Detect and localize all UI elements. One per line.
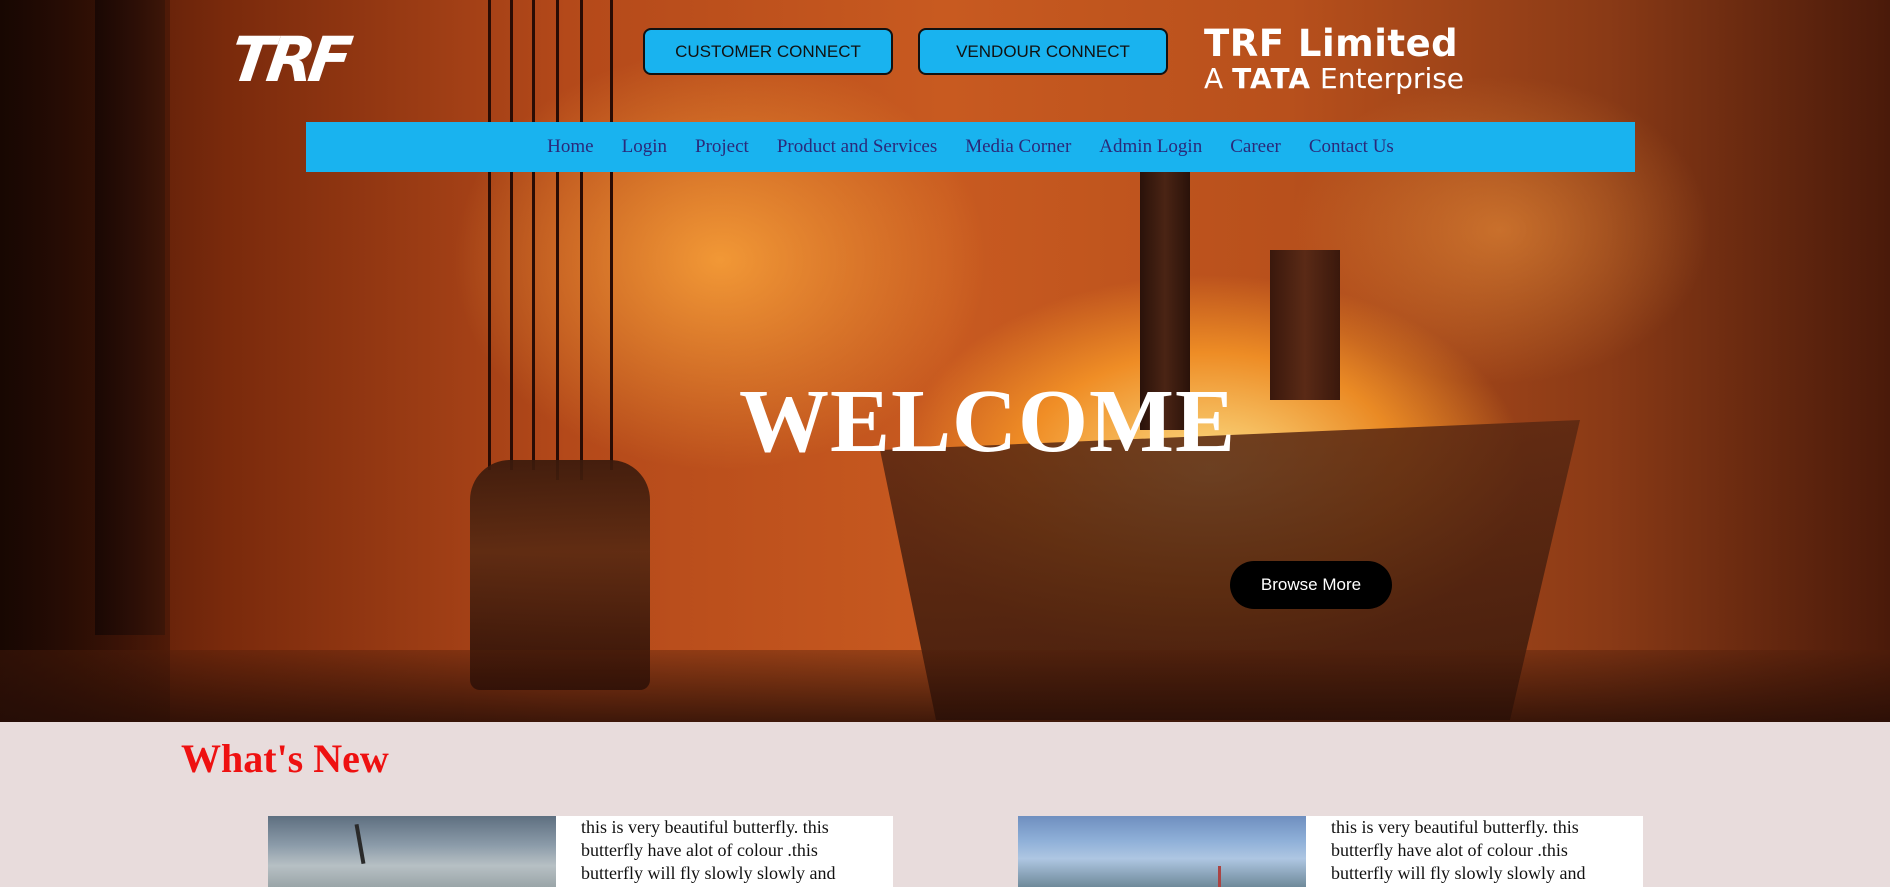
news-card-text: this is very beautiful butterfly. this b… [581,817,836,883]
nav-admin-login[interactable]: Admin Login [1099,136,1202,158]
tata-wordmark: TATA [1232,62,1312,95]
nav-product-and-services[interactable]: Product and Services [777,136,937,158]
news-card-image [1018,816,1306,887]
hero-banner [0,0,1890,722]
news-card-text: this is very beautiful butterfly. this b… [1331,817,1586,883]
nav-login[interactable]: Login [622,136,667,158]
nav-career[interactable]: Career [1230,136,1281,158]
whats-new-heading: What's New [181,736,389,781]
news-card[interactable]: this is very beautiful butterfly. this b… [1018,816,1643,887]
vendour-connect-button[interactable]: VENDOUR CONNECT [918,28,1168,75]
nav-media-corner[interactable]: Media Corner [965,136,1071,158]
hero-pillar [95,0,165,635]
news-card-image [268,816,556,887]
brand-name: TRF Limited [1204,22,1459,65]
nav-contact-us[interactable]: Contact Us [1309,136,1394,158]
main-nav: Home Login Project Product and Services … [306,122,1635,172]
trf-logo[interactable]: TRF [226,23,382,96]
brand-tagline: A TATA Enterprise [1204,64,1464,94]
customer-connect-button[interactable]: CUSTOMER CONNECT [643,28,893,75]
brand-tagline-b: Enterprise [1320,62,1465,95]
news-card[interactable]: this is very beautiful butterfly. this b… [268,816,893,887]
nav-home[interactable]: Home [547,136,593,158]
brand-tagline-a: A [1204,62,1224,95]
browse-more-button[interactable]: Browse More [1230,561,1392,609]
hero-floor [0,650,1890,722]
welcome-title: WELCOME [738,372,1237,471]
nav-project[interactable]: Project [695,136,749,158]
brand-logo: TRF Limited A TATA Enterprise [1204,24,1464,94]
